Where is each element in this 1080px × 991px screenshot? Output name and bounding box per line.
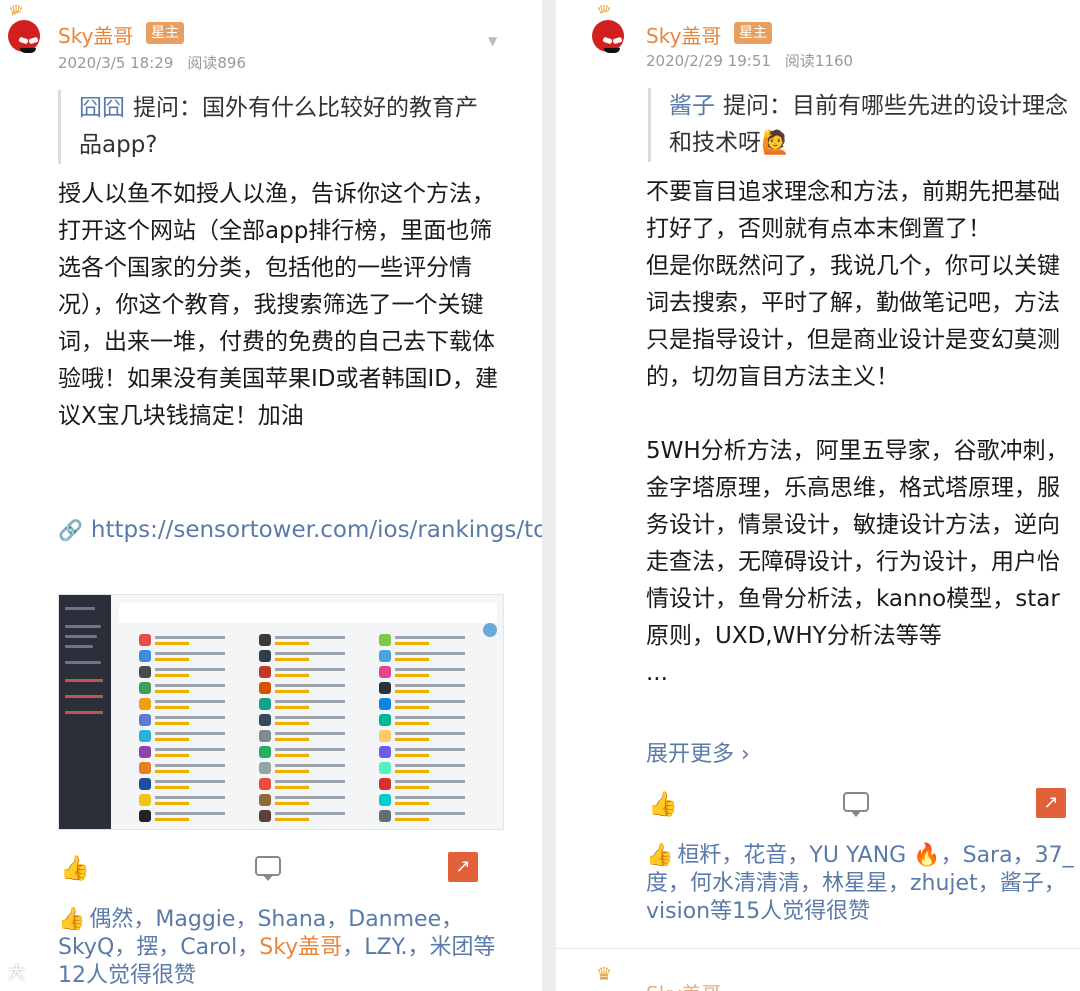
post-meta: 2020/3/5 18:29 阅读896: [58, 52, 246, 73]
link-url[interactable]: https://sensortower.com/ios/rankings/top…: [91, 517, 542, 543]
link-icon: 🔗: [58, 518, 83, 542]
avatar[interactable]: [588, 12, 628, 53]
avatar[interactable]: [4, 12, 44, 53]
read-count: 阅读896: [187, 54, 247, 72]
question-author[interactable]: 酱子: [669, 93, 715, 119]
external-link[interactable]: 🔗 https://sensortower.com/ios/rankings/to…: [58, 512, 542, 549]
link-preview-image[interactable]: [58, 594, 504, 830]
post-meta: 2020/2/29 19:51 阅读1160: [646, 50, 853, 71]
divider: [556, 948, 1080, 949]
question-quote: 酱子 提问：目前有哪些先进的设计理念和技术呀🙋: [648, 88, 1078, 162]
question-text: 提问：国外有什么比较好的教育产品app?: [79, 95, 478, 158]
like-icon[interactable]: 👍: [648, 790, 678, 818]
post-date: 2020/2/29 19:51: [646, 52, 771, 70]
next-post-username[interactable]: Sky盖哥: [646, 978, 721, 991]
post-date: 2020/3/5 18:29: [58, 54, 174, 72]
like-small-icon: 👍: [58, 907, 86, 932]
answer-text: 不要盲目追求理念和方法，前期先把基础打好了，否则就有点本末倒置了！ 但是你既然问…: [646, 179, 1069, 686]
comment-icon[interactable]: [843, 792, 869, 817]
chevron-down-icon[interactable]: ▼: [488, 34, 497, 48]
post-card-right: ♛ Sky盖哥 星主 2020/2/29 19:51 阅读1160 酱子提问：目前…: [556, 0, 1080, 991]
question-quote: 囧囧 提问：国外有什么比较好的教育产品app?: [58, 90, 498, 164]
likers-names[interactable]: 桓粁，花音，YU YANG 🔥，Sara，37_度，何水清清清，林星星，zhuj…: [646, 843, 1074, 924]
crown-icon: ♛: [596, 964, 613, 985]
answer-text: 授人以鱼不如授人以渔，告诉你这个方法，打开这个网站（全部app排行榜，里面也筛选…: [58, 181, 498, 429]
like-small-icon: 👍: [646, 843, 674, 868]
share-icon[interactable]: ↗: [448, 852, 478, 882]
share-icon[interactable]: ↗: [1036, 788, 1066, 818]
likers-list[interactable]: 👍 桓粁，花音，YU YANG 🔥，Sara，37_度，何水清清清，林星星，zhu…: [646, 842, 1078, 926]
likers-highlight[interactable]: Sky盖哥: [259, 935, 342, 960]
like-icon[interactable]: 👍: [60, 854, 90, 882]
username[interactable]: Sky盖哥: [646, 20, 721, 49]
question-author[interactable]: 囧囧: [79, 95, 125, 121]
expand-more-link[interactable]: 展开更多 ›: [646, 736, 750, 768]
likers-list[interactable]: 👍 偶然，Maggie，Shana，Danmee，SkyQ，摆，Carol，Sky…: [58, 906, 508, 990]
watermark: 大: [8, 963, 25, 983]
username[interactable]: Sky盖哥: [58, 20, 133, 49]
question-text: 提问：目前有哪些先进的设计理念和技术呀🙋: [669, 93, 1068, 156]
owner-badge: 星主: [734, 22, 772, 44]
owner-badge: 星主: [146, 22, 184, 44]
comment-icon[interactable]: [255, 856, 281, 881]
read-count: 阅读1160: [784, 52, 854, 70]
post-card-left: ♛ Sky盖哥 星主 2020/3/5 18:29阅读896 ▼ 囧囧提问：国外…: [0, 0, 542, 991]
